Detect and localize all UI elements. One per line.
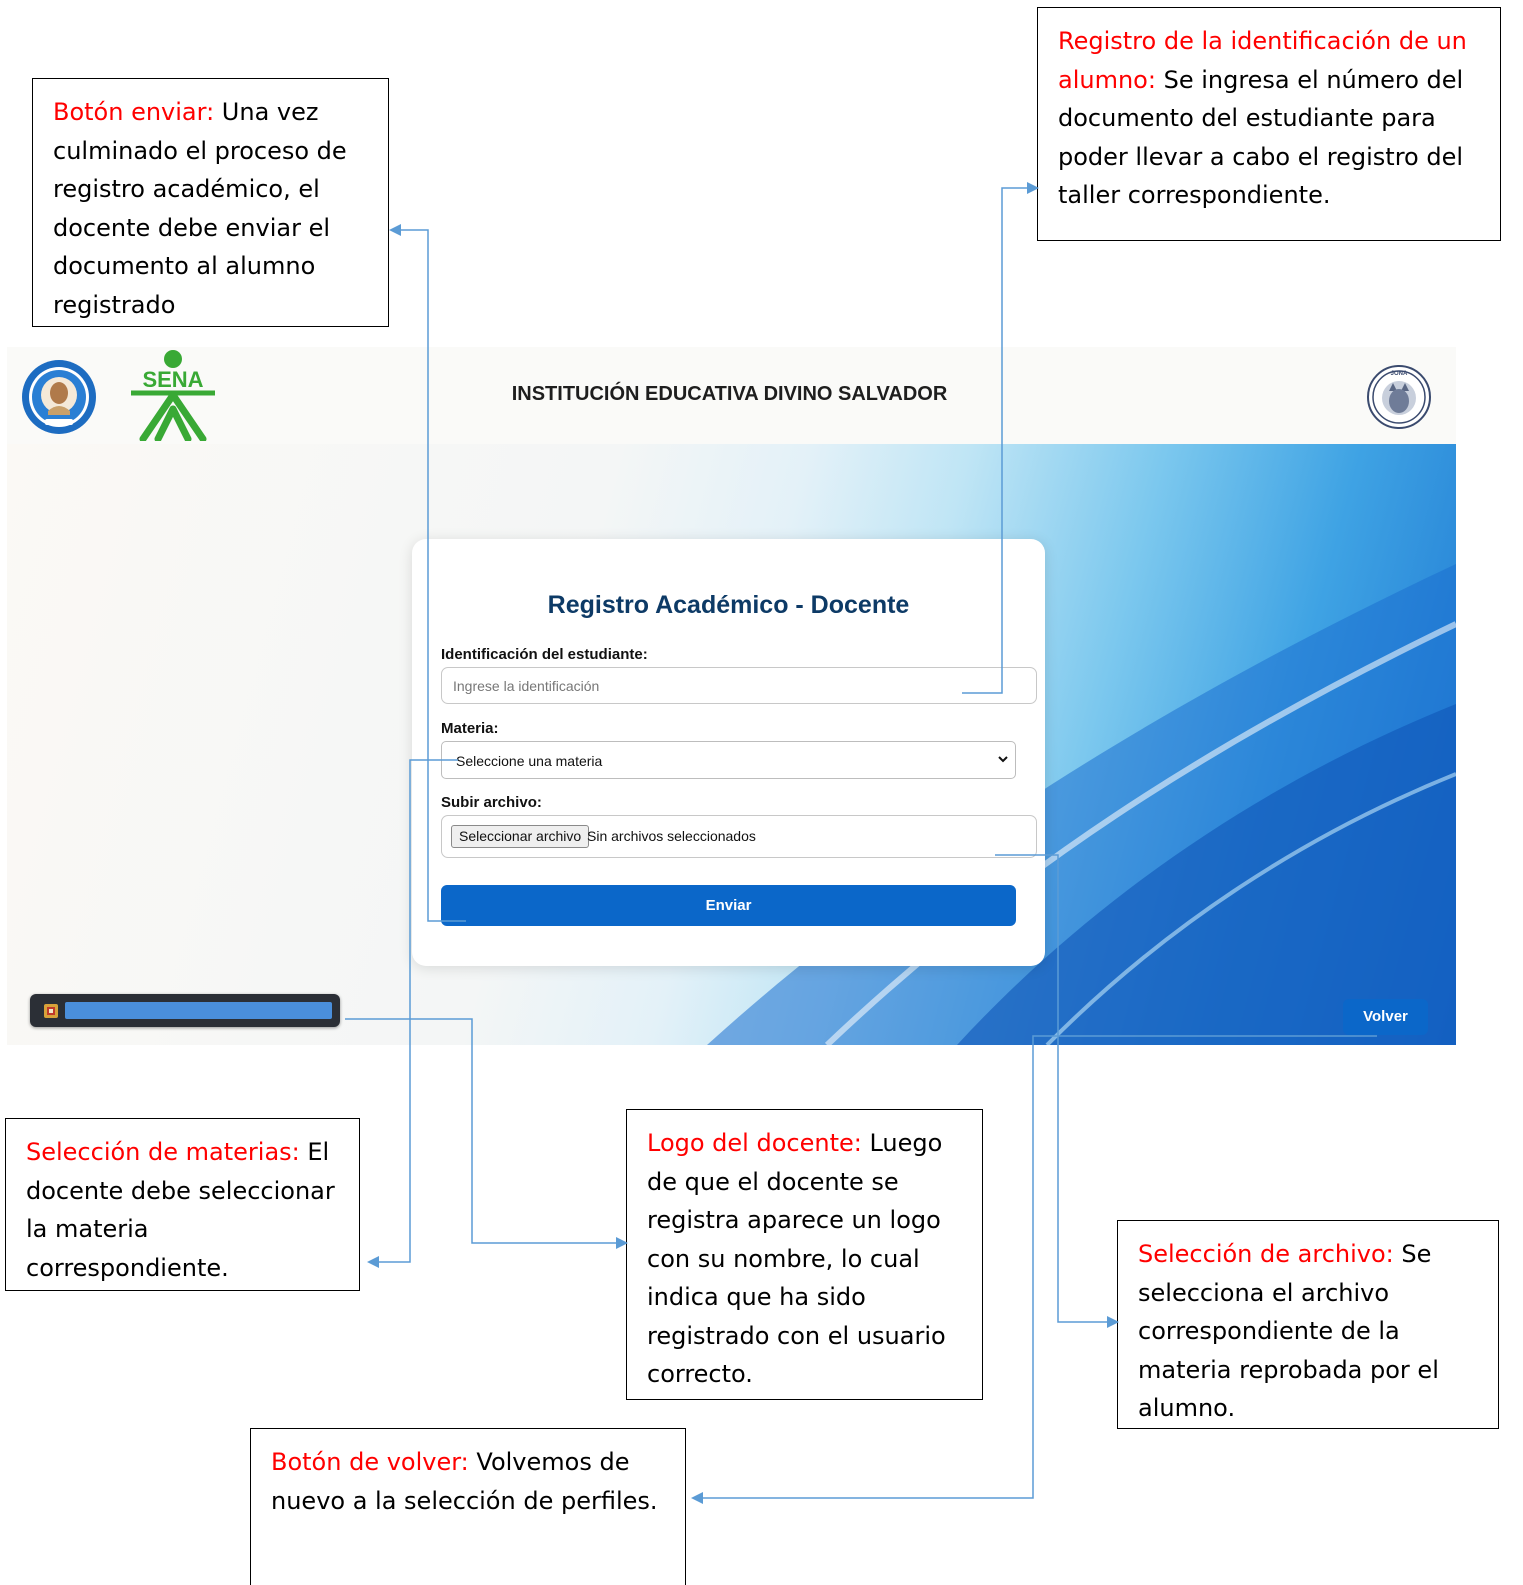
callout-title: Logo del docente: (647, 1129, 862, 1157)
teacher-logo-bar (30, 994, 340, 1027)
chevron-down-icon (998, 756, 1008, 763)
back-button[interactable]: Volver (1343, 999, 1428, 1035)
sena-logo: SENA (131, 350, 215, 441)
callout-text: Luego de que el docente se registra apar… (647, 1129, 946, 1388)
app-screenshot: SENA JONA INSTITUCIÓN EDUCATIVA DIVINO S… (7, 347, 1456, 1045)
institution-title: INSTITUCIÓN EDUCATIVA DIVINO SALVADOR (511, 383, 948, 405)
materia-select[interactable]: Seleccione una materia (441, 741, 1016, 779)
teacher-avatar-icon (44, 1004, 58, 1018)
form-title: Registro Académico - Docente (547, 591, 910, 619)
svg-text:SENA: SENA (142, 367, 203, 392)
send-button[interactable]: Enviar (441, 885, 1016, 926)
connector-logo (345, 1018, 628, 1249)
callout-title: Selección de materias: (26, 1138, 300, 1166)
archivo-label: Subir archivo: (441, 794, 542, 811)
callout-title: Botón de volver: (271, 1448, 469, 1476)
file-status: Sin archivos seleccionados (587, 828, 756, 844)
student-id-input[interactable] (441, 667, 1037, 704)
file-input[interactable]: Seleccionar archivo Sin archivos selecci… (441, 815, 1037, 858)
form-card: Registro Académico - Docente Identificac… (412, 539, 1045, 966)
callout-text: Una vez culminado el proceso de registro… (53, 98, 347, 319)
callout-teacher-logo: Logo del docente: Luego de que el docent… (626, 1109, 983, 1400)
callout-send-button: Botón enviar: Una vez culminado el proce… (32, 78, 389, 327)
callout-file-select: Selección de archivo: Se selecciona el a… (1117, 1220, 1499, 1429)
callout-student-id: Registro de la identificación de un alum… (1037, 7, 1501, 241)
callout-subject-select: Selección de materias: El docente debe s… (5, 1118, 360, 1291)
ident-label: Identificación del estudiante: (441, 646, 648, 663)
materia-label: Materia: (441, 720, 499, 737)
callout-title: Botón enviar: (53, 98, 215, 126)
svg-text:JONA: JONA (1391, 371, 1408, 377)
school-logo (22, 360, 96, 434)
callout-title: Selección de archivo: (1138, 1240, 1394, 1268)
callout-back-button: Botón de volver: Volvemos de nuevo a la … (250, 1428, 686, 1585)
choose-file-button[interactable]: Seleccionar archivo (451, 825, 590, 848)
jona-logo: JONA (1367, 365, 1431, 429)
materia-select-value: Seleccione una materia (456, 753, 603, 769)
teacher-name-redacted (65, 1002, 332, 1019)
